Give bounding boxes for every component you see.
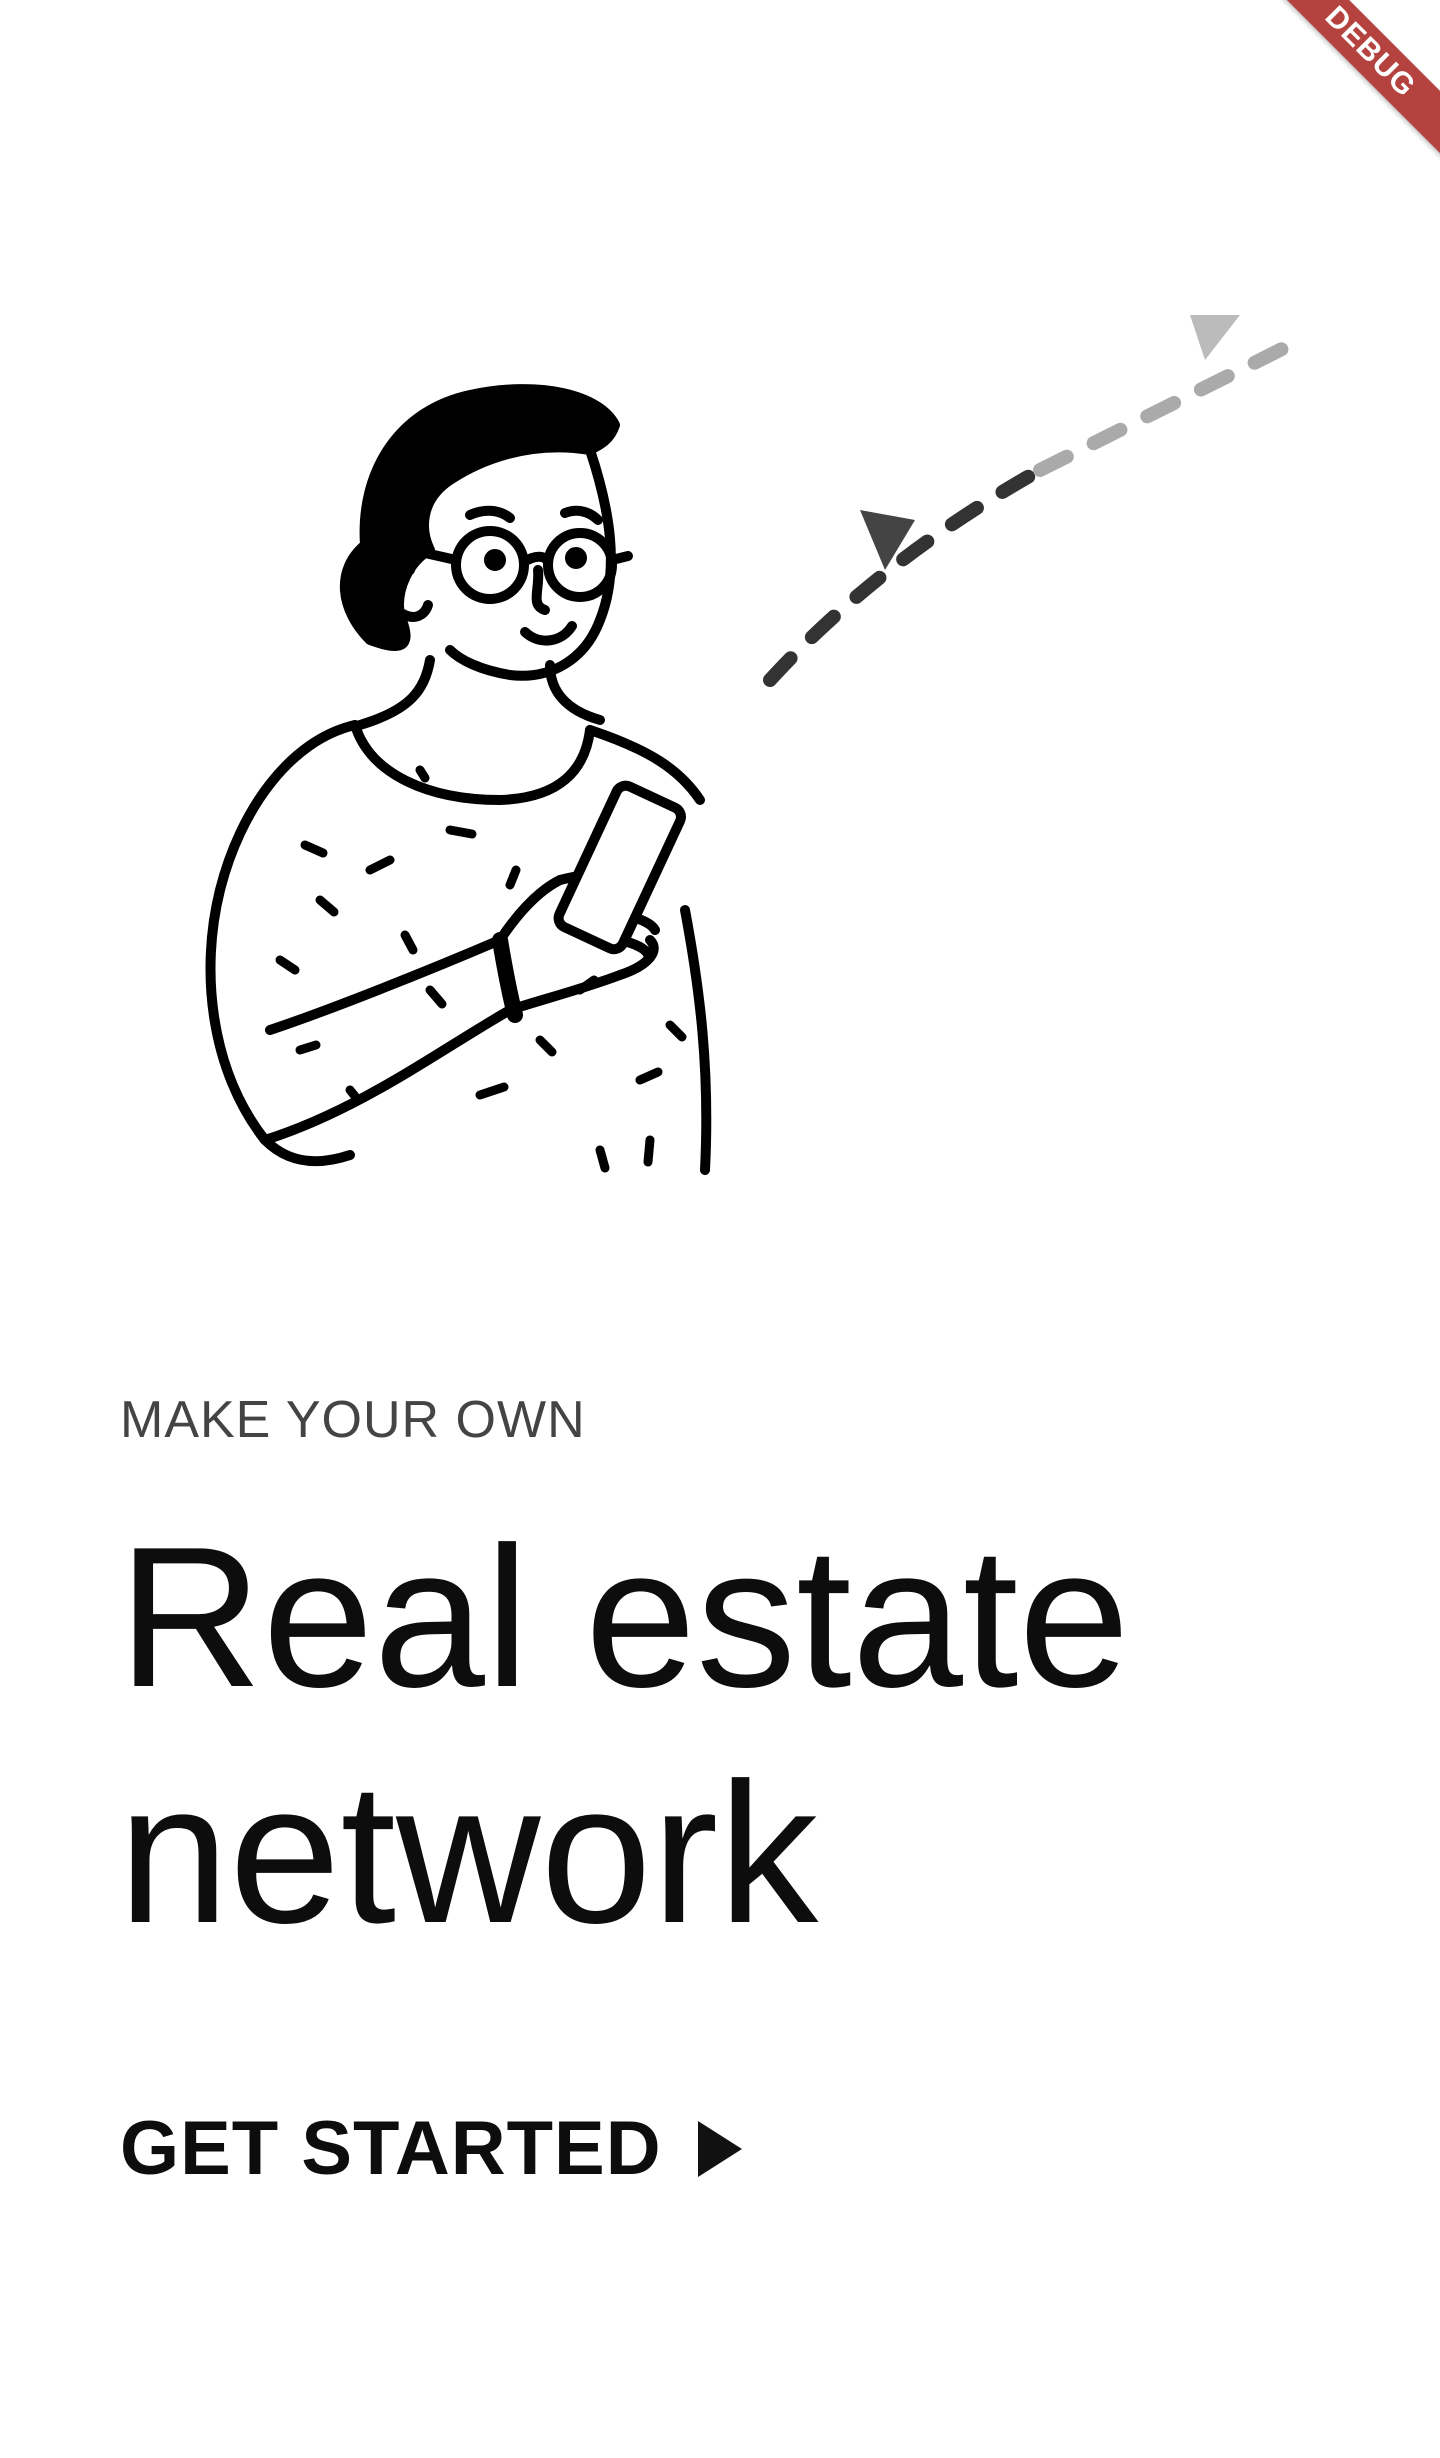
person bbox=[205, 384, 712, 1175]
debug-banner-label: DEBUG bbox=[1248, 0, 1440, 174]
page-title: Real estate network bbox=[118, 1500, 1318, 1972]
get-started-button[interactable]: GET STARTED bbox=[120, 2105, 742, 2192]
get-started-label: GET STARTED bbox=[120, 2106, 662, 2191]
headline-line-1: Real estate bbox=[118, 1506, 1130, 1729]
arrowhead-light bbox=[1190, 315, 1240, 360]
person-with-phone-illustration bbox=[205, 315, 1307, 1175]
onboarding-screen: DEBUG MAKE YOUR OWN Real estate network … bbox=[0, 0, 1440, 2458]
debug-banner: DEBUG bbox=[1240, 0, 1440, 200]
eyebrow-text: MAKE YOUR OWN bbox=[120, 1391, 586, 1449]
play-arrow-icon bbox=[697, 2120, 742, 2177]
headline-line-2: network bbox=[118, 1742, 819, 1965]
dashed-arrow-path bbox=[763, 333, 1307, 687]
